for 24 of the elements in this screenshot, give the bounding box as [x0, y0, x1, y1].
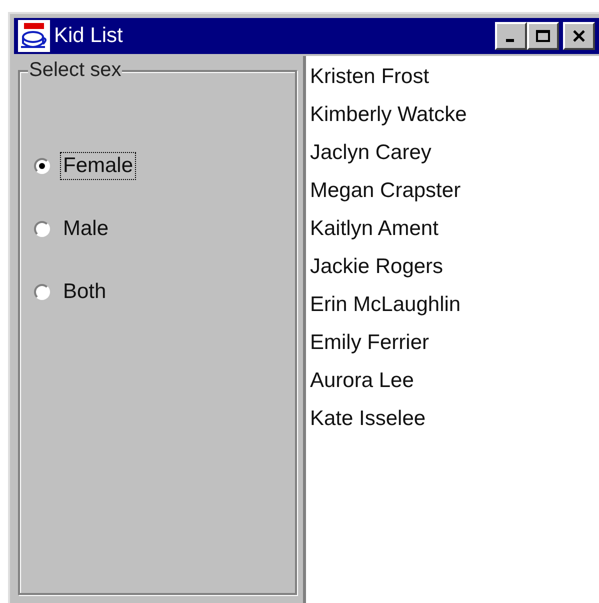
- maximize-icon: [536, 30, 550, 42]
- list-item[interactable]: Kaitlyn Ament: [310, 210, 595, 248]
- list-item[interactable]: Aurora Lee: [310, 362, 595, 400]
- close-button[interactable]: [563, 22, 595, 50]
- list-item[interactable]: Megan Crapster: [310, 172, 595, 210]
- radio-option[interactable]: Female: [34, 152, 295, 180]
- maximize-button[interactable]: [527, 22, 559, 50]
- radio-option[interactable]: Male: [34, 215, 295, 243]
- window-title: Kid List: [54, 24, 124, 48]
- list-item[interactable]: Erin McLaughlin: [310, 286, 595, 324]
- radio-option[interactable]: Both: [34, 278, 295, 306]
- list-item[interactable]: Kate Isselee: [310, 400, 595, 438]
- close-icon: [572, 30, 586, 42]
- minimize-button[interactable]: [495, 22, 527, 50]
- minimize-icon: [506, 39, 514, 42]
- list-item[interactable]: Jackie Rogers: [310, 248, 595, 286]
- list-item[interactable]: Emily Ferrier: [310, 324, 595, 362]
- radio-button[interactable]: [34, 158, 50, 174]
- list-item[interactable]: Kristen Frost: [310, 58, 595, 96]
- list-item[interactable]: Jaclyn Carey: [310, 134, 595, 172]
- list-item[interactable]: Kimberly Watcke: [310, 96, 595, 134]
- cup-icon: [18, 20, 50, 52]
- radio-button[interactable]: [34, 221, 50, 237]
- radio-button[interactable]: [34, 284, 50, 300]
